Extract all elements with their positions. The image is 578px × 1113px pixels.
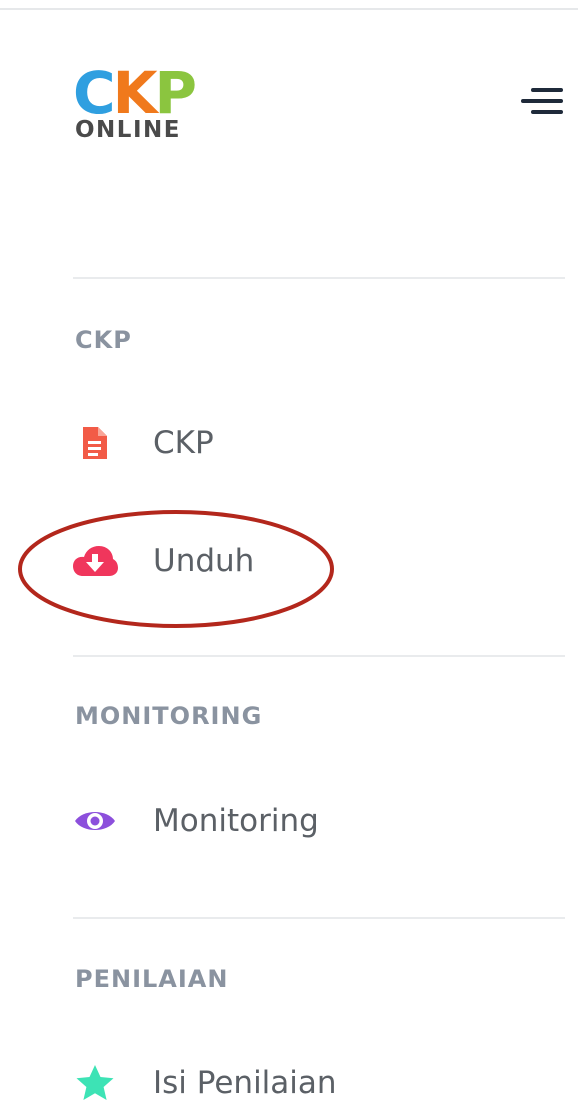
hamburger-icon <box>521 88 563 114</box>
star-icon <box>70 1053 120 1113</box>
highlight-annotation <box>18 510 334 628</box>
sidebar-item-label: CKP <box>153 425 214 461</box>
eye-icon <box>70 791 120 851</box>
sidebar-item-isi-penilaian[interactable]: Isi Penilaian <box>70 1053 565 1113</box>
sidebar-item-monitoring[interactable]: Monitoring <box>70 791 565 851</box>
sidebar-item-label: Monitoring <box>153 803 319 839</box>
section-divider <box>73 655 565 657</box>
file-icon <box>70 413 120 473</box>
section-title-monitoring: MONITORING <box>75 702 263 730</box>
section-title-ckp: CKP <box>75 326 132 354</box>
section-title-penilaian: PENILAIAN <box>75 965 229 993</box>
sidebar-item-ckp[interactable]: CKP <box>70 413 565 473</box>
section-divider <box>73 917 565 919</box>
section-divider <box>73 277 565 279</box>
logo-subtitle: ONLINE <box>75 117 181 143</box>
top-border <box>0 0 578 10</box>
menu-toggle-button[interactable] <box>521 84 565 120</box>
ckp-online-logo[interactable]: CKP ONLINE <box>73 64 223 146</box>
logo-wordmark: CKP <box>73 64 197 122</box>
sidebar-item-label: Isi Penilaian <box>153 1065 337 1101</box>
